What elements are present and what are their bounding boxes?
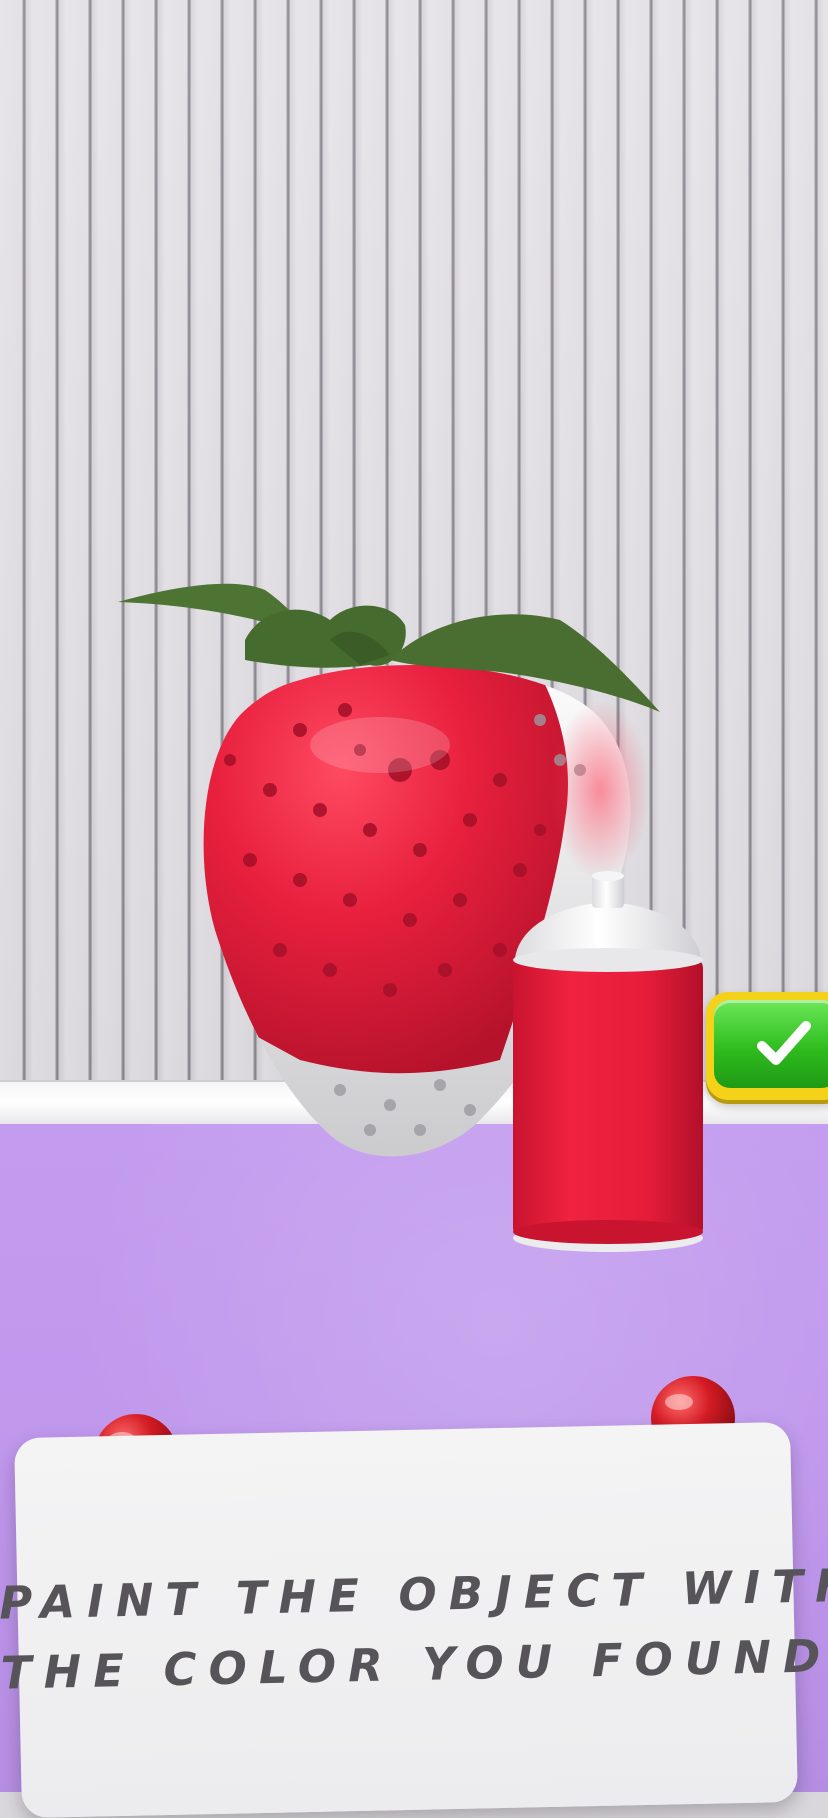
instruction-text: PAINT THE OBJECT WITH THE COLOR YOU FOUN… [0, 1551, 828, 1708]
spray-can[interactable] [513, 871, 703, 1252]
confirm-button-face [714, 1000, 828, 1088]
checkmark-icon [757, 1021, 811, 1065]
confirm-button[interactable] [706, 992, 828, 1100]
